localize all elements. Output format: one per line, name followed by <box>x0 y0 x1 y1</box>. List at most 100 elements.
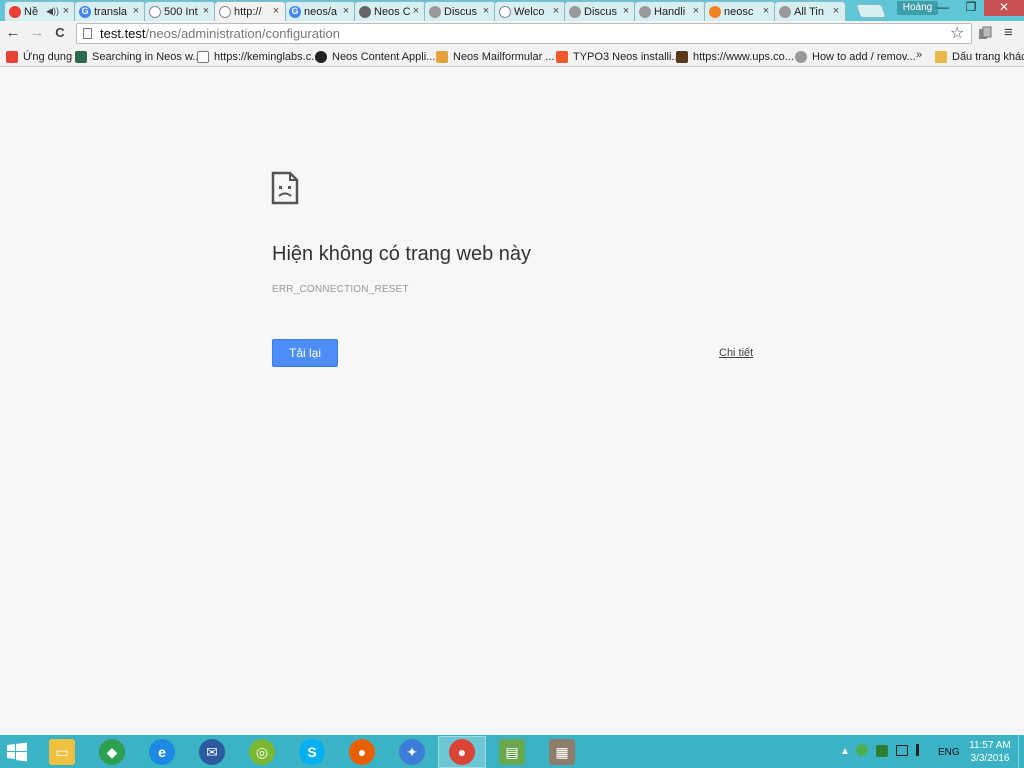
tasks-icon: ▤ <box>499 739 525 765</box>
tab-close-icon[interactable]: × <box>411 6 421 17</box>
thunderbird-icon: ✉ <box>199 739 225 765</box>
bookmark-label: How to add / remov... <box>812 50 916 63</box>
taskbar-firefox[interactable]: ● <box>338 736 386 768</box>
site-icon <box>75 50 87 63</box>
forward-button[interactable]: → <box>28 24 46 42</box>
page-icon <box>197 50 209 63</box>
taskbar-internet-explorer[interactable]: e <box>138 736 186 768</box>
tab-10[interactable]: neosc × <box>704 1 776 21</box>
taskbar-maps[interactable]: ◆ <box>88 736 136 768</box>
tab-9[interactable]: Handli × <box>634 1 706 21</box>
tab-audio-icon[interactable]: ◀)) <box>46 6 59 17</box>
new-tab-button[interactable] <box>855 4 887 18</box>
tab-close-icon[interactable]: × <box>621 6 631 17</box>
tab-2[interactable]: 500 Int × <box>144 1 216 21</box>
details-link[interactable]: Chi tiết <box>719 347 753 359</box>
tray-language[interactable]: ENG <box>938 747 960 758</box>
tab-close-icon[interactable]: × <box>271 6 281 17</box>
internet-explorer-icon: e <box>149 739 175 765</box>
folder-icon <box>935 50 947 63</box>
tab-7[interactable]: Welco × <box>494 1 566 21</box>
bookmark-item[interactable]: https://www.ups.co... <box>676 49 794 64</box>
back-button[interactable]: ← <box>4 24 22 42</box>
error-title: Hiện không có trang web này <box>272 243 532 265</box>
bookmark-item[interactable]: https://keminglabs.c... <box>197 49 320 64</box>
bookmark-item[interactable]: Searching in Neos w... <box>75 49 201 64</box>
tab-6[interactable]: Discus × <box>424 1 496 21</box>
tray-shield-icon[interactable] <box>876 745 888 757</box>
tab-close-icon[interactable]: × <box>761 6 771 17</box>
tray-volume-icon[interactable] <box>916 744 928 756</box>
tab-4[interactable]: Gneos/a × <box>284 1 356 21</box>
tab-title: Neos C <box>374 5 411 18</box>
reload-button[interactable]: C <box>51 24 69 42</box>
bookmark-item[interactable]: Ứng dụng <box>6 49 72 64</box>
tab-5[interactable]: Neos C × <box>354 1 426 21</box>
error-page: Hiện không có trang web này ERR_CONNECTI… <box>0 67 1024 735</box>
tab-1[interactable]: Gtransla × <box>74 1 146 21</box>
windows-taskbar: ▭ ◆ e ✉ ◎ S ● ✦ ● ▤ ▦ <box>0 735 1024 768</box>
address-bar[interactable]: test.test/neos/administration/configurat… <box>76 23 972 44</box>
tab-close-icon[interactable]: × <box>691 6 701 17</box>
tab-close-icon[interactable]: × <box>131 6 141 17</box>
other-bookmarks-label: Dấu trang khác <box>952 50 1024 63</box>
bookmark-item[interactable]: TYPO3 Neos installi... <box>556 49 681 64</box>
taskbar-tasks[interactable]: ▤ <box>488 736 536 768</box>
tab-close-icon[interactable]: × <box>481 6 491 17</box>
taskbar-app-green[interactable]: ◎ <box>238 736 286 768</box>
tray-network-app-icon[interactable] <box>856 744 868 756</box>
bookmark-item[interactable]: Neos Mailformular ... <box>436 49 554 64</box>
other-bookmarks[interactable]: Dấu trang khác <box>935 49 1024 64</box>
show-desktop-button[interactable] <box>1018 735 1024 768</box>
taskbar-chrome[interactable]: ● <box>438 736 486 768</box>
minimize-button[interactable]: — <box>930 0 956 16</box>
taskbar-skype[interactable]: S <box>288 736 336 768</box>
bookmark-item[interactable]: Neos Content Appli... <box>315 49 435 64</box>
tray-display-icon[interactable] <box>896 745 908 756</box>
bookmark-star-icon[interactable]: ☆ <box>950 23 964 43</box>
reload-page-button[interactable]: Tải lại <box>272 339 338 367</box>
url-host: test.test <box>100 26 146 41</box>
chrome-menu-icon[interactable]: ≡ <box>1004 24 1013 41</box>
taskbar-safari[interactable]: ✦ <box>388 736 436 768</box>
sad-page-icon <box>271 171 299 205</box>
tab-8[interactable]: Discus × <box>564 1 636 21</box>
taskbar-file-explorer[interactable]: ▭ <box>38 736 86 768</box>
bookmarks-overflow-button[interactable]: » <box>916 49 922 61</box>
tab-close-icon[interactable]: × <box>341 6 351 17</box>
tab-close-icon[interactable]: × <box>201 6 211 17</box>
taskbar-firewall[interactable]: ▦ <box>538 736 586 768</box>
tab-close-icon[interactable]: × <box>831 6 841 17</box>
window-close-button[interactable]: ✕ <box>984 0 1024 16</box>
tab-title: http:// <box>234 5 262 18</box>
bookmark-label: Neos Content Appli... <box>332 50 436 63</box>
github-icon <box>315 50 327 63</box>
skype-icon: S <box>299 739 325 765</box>
tray-show-hidden-icon[interactable]: ▲ <box>840 746 850 757</box>
tab-11[interactable]: All Tin × <box>774 1 846 21</box>
tab-close-icon[interactable]: × <box>551 6 561 17</box>
taskbar-thunderbird[interactable]: ✉ <box>188 736 236 768</box>
tab-title: Discus <box>584 5 618 18</box>
extension-icon[interactable] <box>978 26 992 40</box>
tab-close-icon[interactable]: × <box>61 6 71 17</box>
tab-0[interactable]: Nề ◀)) × <box>4 1 76 21</box>
tab-favicon-icon: G <box>289 5 301 18</box>
typo3-icon <box>556 50 568 63</box>
tab-favicon-icon: G <box>79 5 91 18</box>
bookmark-label: https://www.ups.co... <box>693 50 794 63</box>
tab-favicon-icon <box>779 5 791 18</box>
bookmarks-bar: Ứng dụng Searching in Neos w... https://ke… <box>0 46 1024 67</box>
restore-button[interactable]: ❐ <box>958 0 984 16</box>
bookmark-item[interactable]: How to add / remov... <box>795 49 916 64</box>
tray-clock-date[interactable]: 3/3/2016 <box>968 753 1012 764</box>
firefox-icon: ● <box>349 739 375 765</box>
help-icon <box>795 50 807 63</box>
tab-title: transla <box>94 5 128 18</box>
windows-start-icon[interactable] <box>6 741 28 763</box>
tab-3[interactable]: http:// × <box>214 1 286 21</box>
file-explorer-icon: ▭ <box>49 739 75 765</box>
bookmark-label: Ứng dụng <box>23 50 73 63</box>
tray-clock-time[interactable]: 11:57 AM <box>968 740 1012 751</box>
tab-title: Handli <box>654 5 686 18</box>
